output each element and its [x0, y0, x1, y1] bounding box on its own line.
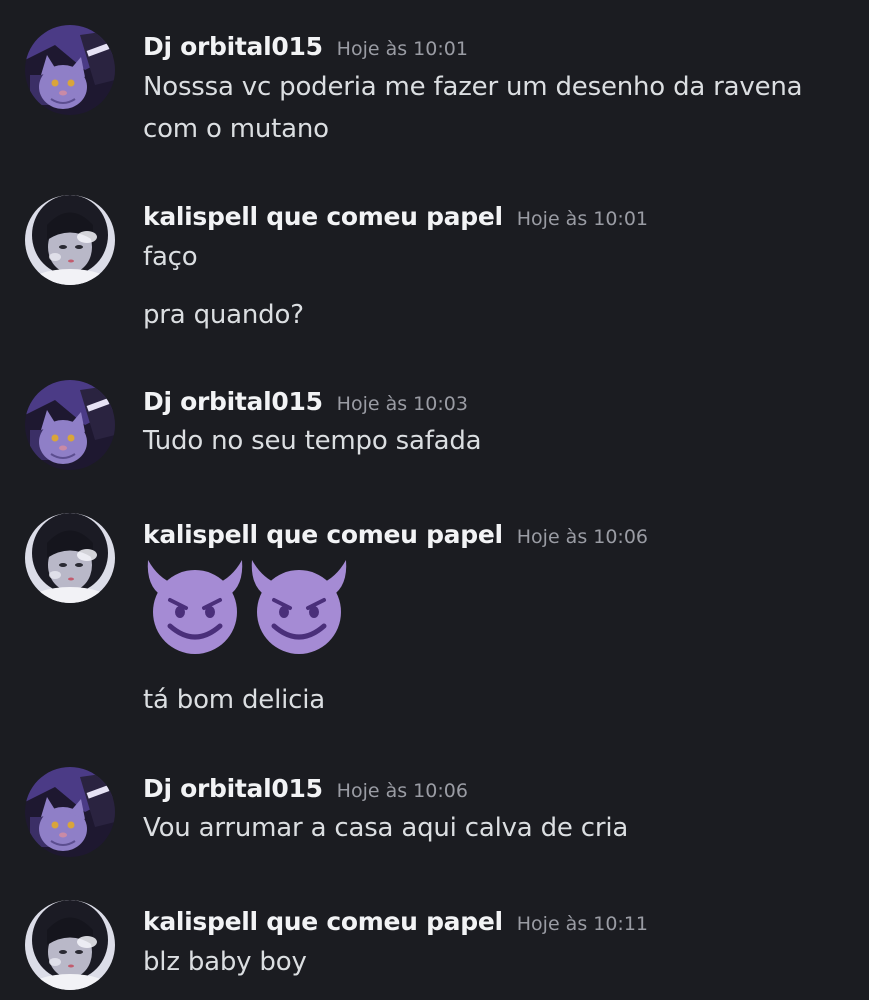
message-header: Dj orbital015 Hoje às 10:01 [143, 32, 468, 61]
message-header: Dj orbital015 Hoje às 10:03 [143, 387, 468, 416]
message-text: blz baby boy [143, 947, 307, 977]
message-header: kalispell que comeu papel Hoje às 10:01 [143, 202, 648, 231]
timestamp: Hoje às 10:06 [336, 780, 468, 802]
message-text: com o mutano [143, 114, 329, 144]
message-text: Nosssa vc poderia me fazer um desenho da… [143, 72, 803, 102]
message-text: Tudo no seu tempo safada [143, 426, 482, 456]
author-name[interactable]: Dj orbital015 [143, 32, 323, 61]
timestamp: Hoje às 10:01 [516, 208, 649, 230]
avatar[interactable] [25, 25, 115, 115]
message-header: kalispell que comeu papel Hoje às 10:06 [143, 520, 648, 549]
avatar[interactable] [25, 513, 115, 603]
timestamp: Hoje às 10:01 [336, 38, 468, 60]
emoji-row [140, 556, 348, 656]
smiling-imp-emoji[interactable] [244, 556, 354, 656]
message-header: Dj orbital015 Hoje às 10:06 [143, 774, 468, 803]
author-name[interactable]: kalispell que comeu papel [143, 907, 503, 936]
timestamp: Hoje às 10:11 [516, 913, 649, 935]
message-header: kalispell que comeu papel Hoje às 10:11 [143, 907, 648, 936]
message-text: Vou arrumar a casa aqui calva de cria [143, 813, 629, 843]
timestamp: Hoje às 10:06 [516, 526, 649, 548]
avatar[interactable] [25, 380, 115, 470]
message-text: tá bom delicia [143, 685, 325, 715]
message-text: pra quando? [143, 300, 304, 330]
message-text: faço [143, 242, 198, 272]
message-list: Dj orbital015 Hoje às 10:01 Nosssa vc pod… [0, 0, 869, 1000]
avatar[interactable] [25, 195, 115, 285]
smiling-imp-emoji[interactable] [140, 556, 250, 656]
author-name[interactable]: kalispell que comeu papel [143, 520, 503, 549]
avatar[interactable] [25, 900, 115, 990]
timestamp: Hoje às 10:03 [336, 393, 468, 415]
author-name[interactable]: Dj orbital015 [143, 387, 323, 416]
avatar[interactable] [25, 767, 115, 857]
author-name[interactable]: Dj orbital015 [143, 774, 323, 803]
author-name[interactable]: kalispell que comeu papel [143, 202, 503, 231]
